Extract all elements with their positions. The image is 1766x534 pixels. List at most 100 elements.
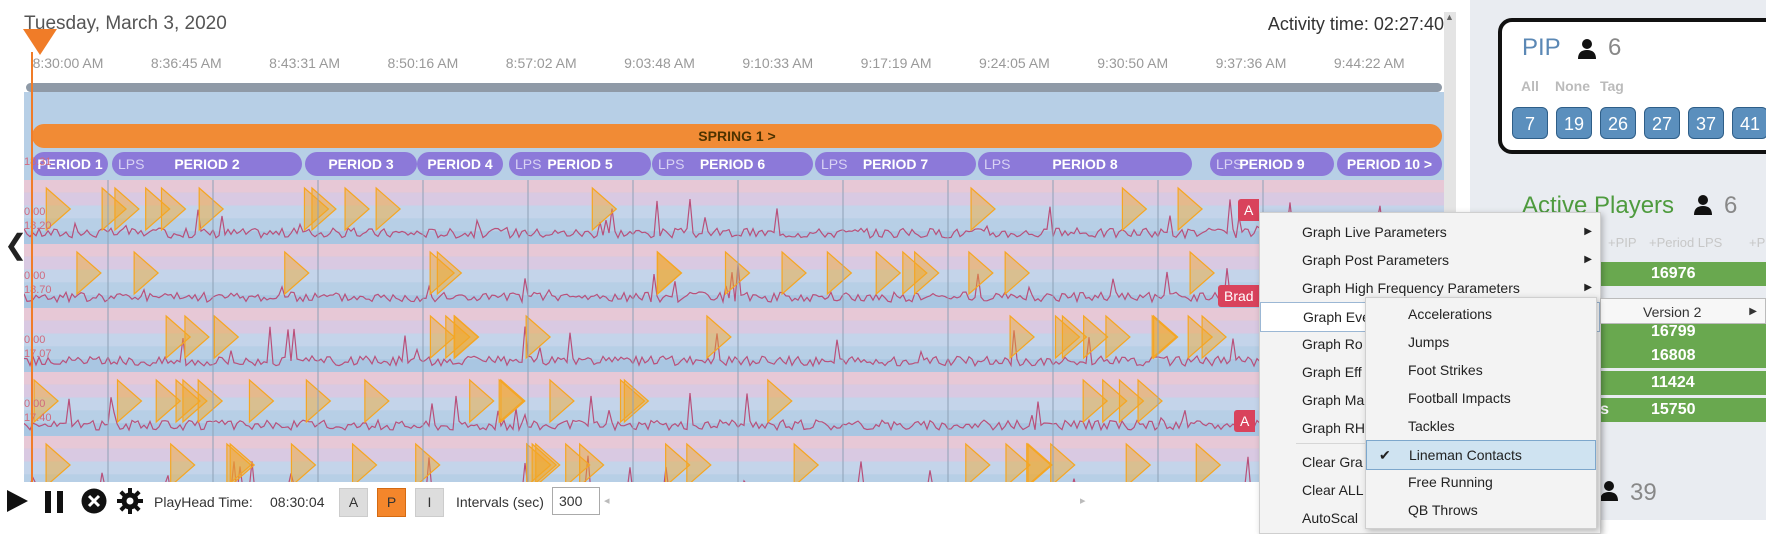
spring-drill-bar[interactable]: SPRING 1 > [32,124,1442,148]
period-label: PERIOD 2 [174,156,240,172]
chevron-left-icon[interactable]: ❮ [4,228,27,261]
period-9-pill[interactable]: LPS PERIOD 9 [1210,152,1334,176]
active-players-count: 6 [1724,192,1738,219]
period-2-pill[interactable]: LPS PERIOD 2 [112,152,302,176]
event-type-item[interactable]: Jumps [1366,328,1596,356]
period-8-pill[interactable]: LPS PERIOD 8 [978,152,1192,176]
event-type-label: Football Impacts [1408,390,1511,406]
playhead-time-label: PlayHead Time: [154,494,253,510]
period-3-pill[interactable]: PERIOD 3 [305,152,417,176]
scroll-up-icon[interactable]: ▲ [1445,12,1454,22]
event-type-item[interactable]: Free Running [1366,468,1596,496]
menu-item-label: Graph High Frequency Parameters [1302,280,1520,296]
period-label: PERIOD 5 [547,156,613,172]
context-menu-item[interactable]: Graph Live Parameters ▶ [1260,218,1600,246]
intervals-input[interactable]: 300 [552,487,600,515]
activity-time: Activity time: 02:27:40 [1267,14,1444,34]
playhead-marker[interactable] [23,29,57,55]
person-icon [1694,195,1712,215]
active-player-row[interactable]: ams15750 [1573,398,1766,422]
pip-player-number-button[interactable]: 37 [1688,107,1724,139]
menu-item-label: AutoScal [1302,510,1359,526]
active-player-row[interactable]: e16808 [1573,344,1766,368]
menu-item-label: Graph Eve [1303,309,1370,325]
mode-a-button[interactable]: A [339,488,368,517]
active-player-row[interactable]: ett16976 [1573,262,1766,286]
player-tag: A [1234,410,1256,432]
sub-header-pip[interactable]: +PIP [1608,235,1637,250]
player-load-value: 15750 [1651,401,1696,418]
event-type-item[interactable]: Accelerations [1366,300,1596,328]
timeline-panel: Tuesday, March 3, 2020 Activity time: 02… [0,0,1470,520]
play-icon[interactable] [4,488,30,514]
row-max-label: 17.40 [24,412,52,424]
row-max-label: 18.20 [24,220,52,232]
time-tick-label: 9:03:48 AM [624,55,695,71]
event-type-label: Free Running [1408,474,1493,490]
timeline-scrubber-bar[interactable] [26,83,1442,92]
event-type-item[interactable]: Football Impacts [1366,384,1596,412]
scroll-right-icon[interactable]: ▸ [1080,494,1086,507]
pip-player-number-button[interactable]: 19 [1556,107,1592,139]
time-tick-label: 9:17:19 AM [860,55,932,71]
row-min-label: 0.00 [24,398,46,410]
pip-player-number-button[interactable]: 7 [1512,107,1548,139]
time-tick-label: 8:57:02 AM [505,55,577,71]
filter-all[interactable]: All [1521,78,1539,94]
menu-item-label: Clear Gra [1302,454,1363,470]
time-tick-label: 9:44:22 AM [1333,55,1405,71]
pip-player-number-button[interactable]: 27 [1644,107,1680,139]
period-4-pill[interactable]: PERIOD 4 [417,152,503,176]
version-label: Version 2 [1643,304,1702,320]
scroll-left-icon[interactable]: ◂ [604,494,610,507]
time-tick-label: 9:10:33 AM [742,55,814,71]
filter-tag[interactable]: Tag [1600,78,1624,94]
player-traces[interactable] [24,180,1444,482]
playhead-line[interactable] [31,52,33,482]
version-submenu-item[interactable]: Version 2 ▶ [1600,298,1766,324]
event-type-label: Tackles [1408,418,1455,434]
pip-title: PIP [1522,34,1561,62]
row-min-label: 0.00 [24,334,46,346]
period-7-pill[interactable]: LPS PERIOD 7 [815,152,976,176]
period-label: PERIOD 10 > [1346,156,1433,172]
pip-count: 6 [1608,34,1622,61]
row-min-label: 0.00 [24,206,46,218]
period-6-pill[interactable]: LPS PERIOD 6 [652,152,813,176]
event-type-label: Foot Strikes [1408,362,1483,378]
pip-player-number-button[interactable]: 41 [1732,107,1766,139]
sub-header-period-lps[interactable]: +Period LPS [1649,235,1722,250]
period-label: PERIOD 6 [699,156,766,172]
period-label: PERIOD 4 [427,156,493,172]
time-tick-label: 9:30:50 AM [1097,55,1169,71]
stop-icon[interactable] [80,487,108,515]
event-type-label: Lineman Contacts [1409,447,1522,463]
period-10-pill[interactable]: PERIOD 10 > [1337,152,1442,176]
event-type-item[interactable]: ✔ Lineman Contacts [1366,440,1596,470]
chevron-right-icon: ▶ [1584,226,1592,237]
chevron-right-icon: ▶ [1749,306,1757,317]
period-5-pill[interactable]: LPS PERIOD 5 [509,152,651,176]
pip-player-number-button[interactable]: 26 [1600,107,1636,139]
group-count: 39 [1630,479,1657,506]
sub-header-more[interactable]: +P [1749,235,1765,250]
menu-item-label: Graph Ro [1302,336,1363,352]
mode-p-button[interactable]: P [377,488,406,517]
pip-title-text: PIP [1522,34,1561,61]
menu-item-label: Clear ALL [1302,482,1364,498]
time-tick-label: 8:36:45 AM [150,55,222,71]
pause-icon[interactable] [42,489,68,515]
event-type-item[interactable]: Tackles [1366,412,1596,440]
events-submenu: Accelerations Jumps Foot Strikes Football I… [1365,297,1597,529]
filter-none[interactable]: None [1555,78,1590,94]
event-type-item[interactable]: Foot Strikes [1366,356,1596,384]
gear-icon[interactable] [116,487,144,515]
row-max-label: 18.31 [24,156,52,168]
event-type-label: Jumps [1408,334,1450,350]
active-player-row[interactable]: rs11424 [1573,371,1766,395]
mode-i-button[interactable]: I [415,488,444,517]
context-menu-item[interactable]: Graph Post Parameters ▶ [1260,246,1600,274]
menu-item-label: Graph Eff [1302,364,1362,380]
menu-item-label: Graph Live Parameters [1302,224,1447,240]
player-tag: A [1238,199,1260,221]
